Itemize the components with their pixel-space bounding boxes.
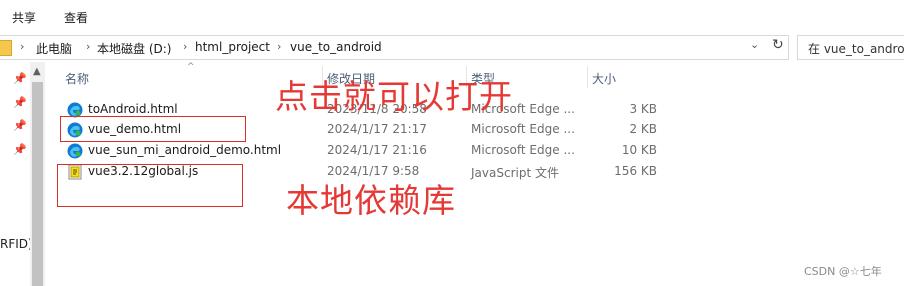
- address-bar-row: › 此电脑 › 本地磁盘 (D:) › html_project › vue_t…: [0, 33, 904, 62]
- file-name: toAndroid.html: [88, 102, 178, 116]
- pin-icon: 📌: [13, 143, 27, 156]
- tab-share[interactable]: 共享: [12, 9, 36, 26]
- breadcrumb-this-pc[interactable]: 此电脑: [36, 40, 72, 57]
- file-date: 2024/1/17 21:17: [327, 122, 427, 136]
- nav-item-label[interactable]: RFID): [0, 237, 33, 251]
- sort-ascending-icon: ^: [187, 62, 195, 72]
- file-size: 2 KB: [629, 122, 657, 136]
- file-size: 156 KB: [614, 164, 657, 178]
- file-type: JavaScript 文件: [471, 166, 559, 180]
- pin-icon: 📌: [13, 119, 27, 132]
- pin-icon: 📌: [13, 96, 27, 109]
- breadcrumb-separator: ›: [277, 40, 282, 53]
- ribbon: 共享 查看: [0, 0, 904, 33]
- chevron-down-icon[interactable]: ⌄: [750, 38, 759, 51]
- search-placeholder: 在 vue_to_android: [808, 42, 904, 56]
- file-size: 3 KB: [629, 102, 657, 116]
- annotation-lib-note: 本地依赖库: [286, 181, 456, 220]
- file-size: 10 KB: [621, 143, 657, 157]
- column-header-size[interactable]: 大小: [592, 70, 616, 87]
- breadcrumb-separator: ›: [20, 40, 25, 53]
- scroll-thumb[interactable]: [32, 82, 43, 286]
- breadcrumb-vue-to-android[interactable]: vue_to_android: [290, 40, 382, 54]
- nav-scrollbar[interactable]: ▲: [30, 62, 45, 286]
- annotation-open-note: 点击就可以打开: [275, 77, 513, 116]
- file-row[interactable]: vue_sun_mi_android_demo.html 2024/1/17 2…: [64, 141, 684, 161]
- annotation-box-vue-lib: [57, 164, 243, 207]
- search-input[interactable]: 在 vue_to_android: [797, 35, 904, 60]
- annotation-box-vue-demo: [60, 116, 246, 142]
- scroll-up-icon[interactable]: ▲: [33, 66, 41, 77]
- breadcrumb-separator: ›: [183, 40, 188, 53]
- address-bar[interactable]: › 此电脑 › 本地磁盘 (D:) › html_project › vue_t…: [0, 35, 789, 60]
- breadcrumb-local-disk[interactable]: 本地磁盘 (D:): [97, 40, 171, 57]
- watermark: CSDN @☆七年: [804, 265, 882, 278]
- column-header-name[interactable]: 名称: [65, 70, 89, 87]
- tab-view[interactable]: 查看: [64, 9, 88, 26]
- edge-icon: [67, 143, 83, 159]
- folder-icon: [0, 40, 12, 56]
- file-date: 2024/1/17 21:16: [327, 143, 427, 157]
- file-name: vue_sun_mi_android_demo.html: [88, 143, 282, 157]
- breadcrumb-separator: ›: [86, 40, 91, 53]
- file-type: Microsoft Edge ...: [471, 122, 575, 136]
- breadcrumb-html-project[interactable]: html_project: [195, 40, 270, 54]
- refresh-icon[interactable]: ↻: [772, 37, 784, 53]
- column-divider[interactable]: [587, 66, 588, 88]
- pin-icon: 📌: [13, 72, 27, 85]
- file-type: Microsoft Edge ...: [471, 143, 575, 157]
